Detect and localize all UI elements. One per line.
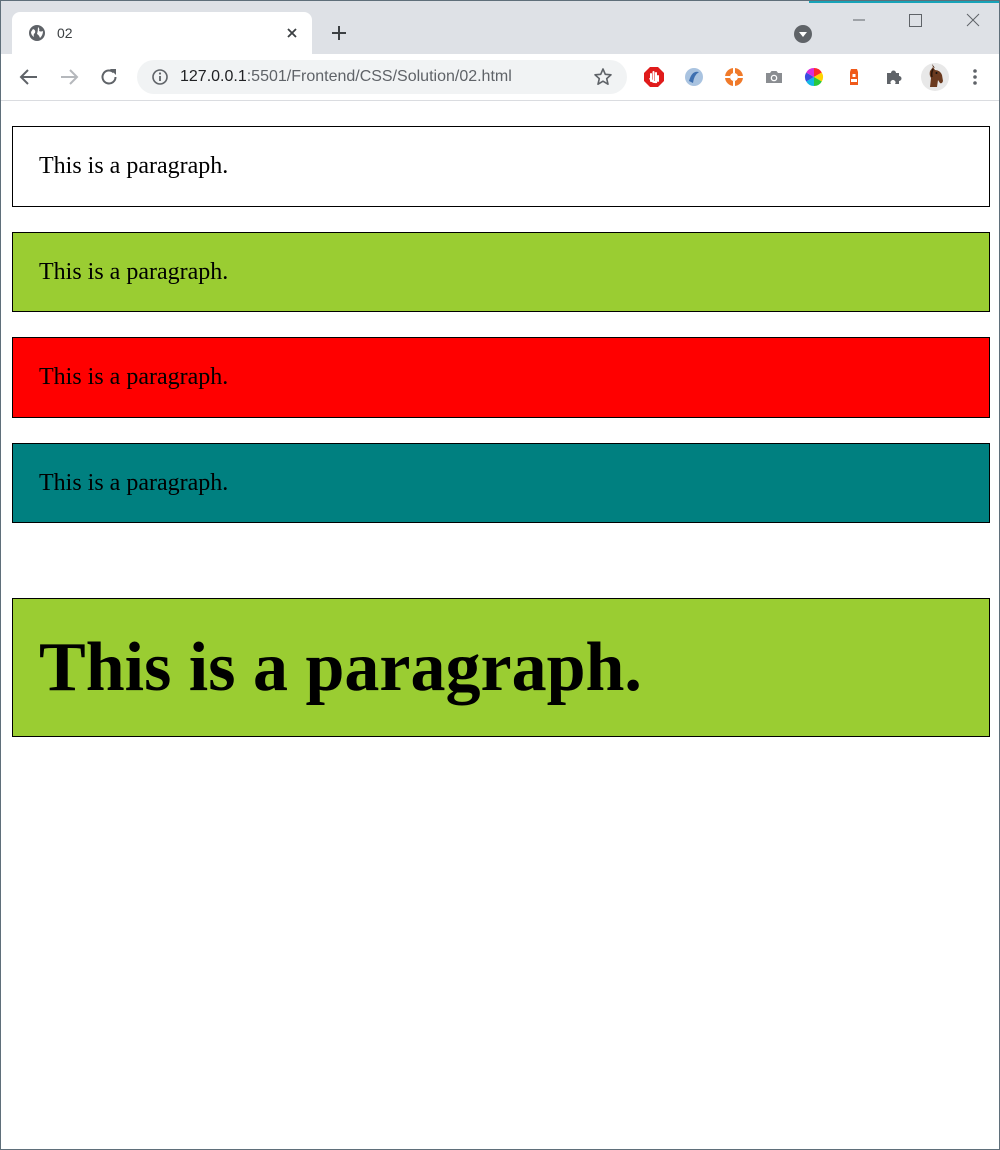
address-bar[interactable]: 127.0.0.1:5501/Frontend/CSS/Solution/02.… <box>137 60 627 94</box>
minimize-icon[interactable] <box>836 5 882 35</box>
url-host: 127.0.0.1 <box>180 68 247 85</box>
maximize-icon[interactable] <box>892 5 938 35</box>
tab-strip: 02 <box>1 1 999 54</box>
color-wheel-icon[interactable] <box>803 66 825 88</box>
blue-swirl-extension-icon[interactable] <box>683 66 705 88</box>
tab-title: 02 <box>57 25 73 41</box>
plus-icon[interactable] <box>327 21 351 45</box>
arrow-left-icon[interactable] <box>17 65 41 89</box>
chevron-down-circle-icon[interactable] <box>793 24 813 44</box>
globe-icon <box>28 24 46 42</box>
arrow-right-icon[interactable] <box>57 65 81 89</box>
page-viewport: This is a paragraph. This is a paragraph… <box>1 101 999 1149</box>
reload-icon[interactable] <box>97 65 121 89</box>
browser-toolbar: 127.0.0.1:5501/Frontend/CSS/Solution/02.… <box>1 54 999 101</box>
puzzle-piece-icon[interactable] <box>883 66 905 88</box>
url-path: :5501/Frontend/CSS/Solution/02.html <box>246 68 512 85</box>
paragraph-large-bold: This is a paragraph. <box>12 598 990 737</box>
window-accent-line <box>809 1 999 3</box>
browser-tab[interactable]: 02 <box>12 12 312 54</box>
adblock-stop-icon[interactable] <box>643 66 665 88</box>
paragraph-yellowgreen: This is a paragraph. <box>12 232 990 312</box>
info-icon[interactable] <box>151 68 169 86</box>
orange-lifebuoy-extension-icon[interactable] <box>723 66 745 88</box>
star-icon[interactable] <box>593 67 613 87</box>
paragraph-red: This is a paragraph. <box>12 337 990 418</box>
camera-icon[interactable] <box>763 66 785 88</box>
browser-window: 02 127.0.0.1:5501/Frontend/CSS/Solution/… <box>0 0 1000 1150</box>
close-icon[interactable] <box>950 5 996 35</box>
paragraph-teal: This is a paragraph. <box>12 443 990 523</box>
paragraph-white: This is a paragraph. <box>12 126 990 207</box>
orange-extension-icon[interactable] <box>843 66 865 88</box>
close-icon[interactable] <box>283 24 301 42</box>
url-text: 127.0.0.1:5501/Frontend/CSS/Solution/02.… <box>180 68 512 86</box>
horse-avatar-icon[interactable] <box>921 63 949 91</box>
kebab-menu-icon[interactable] <box>963 65 987 89</box>
